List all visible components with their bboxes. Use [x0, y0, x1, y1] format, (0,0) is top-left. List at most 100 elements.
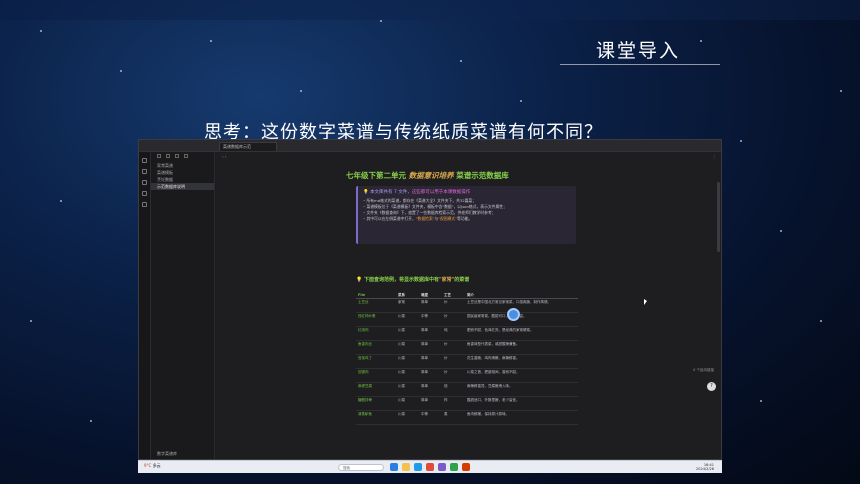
- doc-title-prefix: 七年级下第二单元: [346, 171, 406, 180]
- table-row: 土豆丝 家常 简单 炒 土豆丝是中国北方常见家常菜，口感爽脆，制作简便。: [356, 299, 578, 313]
- table-cell: 简单: [421, 356, 428, 360]
- table-cell: 川菜: [398, 398, 405, 402]
- table-cell: 川菜: [398, 314, 405, 318]
- table-cell-link[interactable]: 红烧肉: [356, 327, 396, 340]
- section-highlight: "家常": [439, 277, 455, 283]
- new-folder-icon[interactable]: [166, 154, 170, 158]
- calendar-icon[interactable]: [142, 202, 147, 207]
- section-prefix: 下面查询范例，将显示数据库中有: [363, 277, 439, 283]
- table-cell: 花生香脆，鸡肉滑嫩，麻辣鲜香。: [467, 356, 520, 360]
- table-header[interactable]: 简介: [465, 292, 578, 298]
- file-explorer-icon[interactable]: [402, 463, 410, 471]
- files-icon[interactable]: [142, 158, 147, 163]
- search-icon[interactable]: [142, 169, 147, 174]
- table-header-row: File 菜系 难度 工艺 简介: [356, 292, 578, 299]
- collapse-icon[interactable]: [184, 154, 188, 158]
- table-cell: 简单: [421, 398, 428, 402]
- nav-arrows-icon[interactable]: ‹ ›: [222, 154, 226, 160]
- section-suffix: 的菜谱: [454, 277, 470, 283]
- tree-item[interactable]: 菜谱模板: [151, 169, 214, 176]
- lightbulb-icon: 💡: [363, 190, 369, 195]
- table-cell: 川菜: [398, 370, 405, 374]
- tree-item-active[interactable]: 示范数据库说明: [151, 183, 214, 190]
- clock-date: 2024/2/26: [696, 467, 714, 471]
- table-cell: 简单: [421, 384, 428, 388]
- app-icon[interactable]: [450, 463, 458, 471]
- more-options-icon[interactable]: ⋮: [712, 154, 716, 160]
- ribbon-rail: [139, 152, 151, 459]
- table-cell: 中等: [421, 412, 428, 416]
- table-cell: 国民级家常菜，酸甜可口，营养丰富。: [467, 314, 527, 318]
- app-icon[interactable]: [426, 463, 434, 471]
- table-cell: 川菜: [398, 412, 405, 416]
- table-header[interactable]: File: [356, 292, 396, 298]
- vault-name[interactable]: 数字菜谱库: [151, 451, 215, 457]
- table-header[interactable]: 菜系: [396, 292, 419, 298]
- table-header[interactable]: 工艺: [442, 292, 465, 298]
- table-cell-link[interactable]: 鱼香肉丝: [356, 341, 396, 354]
- table-row: 西红柿炒蛋 川菜 中等 炒 国民级家常菜，酸甜可口，营养丰富。: [356, 313, 578, 327]
- callout-title-text: 本文库共有 7 文件，: [370, 190, 412, 195]
- table-cell-link[interactable]: 清蒸鲈鱼: [356, 411, 396, 424]
- table-cell: 川菜: [398, 328, 405, 332]
- table-cell-link[interactable]: 土豆丝: [356, 299, 396, 312]
- new-note-icon[interactable]: [157, 154, 161, 158]
- help-button[interactable]: ?: [707, 382, 716, 391]
- taskbar-search[interactable]: 搜索: [338, 464, 384, 471]
- doc-title-suffix: 菜谱示范数据库: [456, 171, 509, 180]
- table-cell: 肥而不腻，色泽红亮，是经典的家常硬菜。: [467, 328, 534, 332]
- explorer-toolbar: [151, 152, 214, 162]
- windows-start-icon[interactable]: [390, 463, 398, 471]
- table-cell-link[interactable]: 西红柿炒蛋: [356, 313, 396, 326]
- table-cell: 炸: [444, 398, 448, 402]
- weather-text: 多云: [152, 463, 161, 468]
- table-header[interactable]: 难度: [419, 292, 442, 298]
- tree-item[interactable]: 家常菜谱: [151, 162, 214, 169]
- table-cell-link[interactable]: 回锅肉: [356, 369, 396, 382]
- callout-item: 其中可以在左侧菜谱中打开，"数据检索"与"视图模式"等功能。: [363, 216, 571, 222]
- table-cell: 简单: [421, 300, 428, 304]
- table-cell: 家常: [398, 300, 405, 304]
- lightbulb-icon: 💡: [356, 277, 363, 283]
- slide-title: 课堂导入: [596, 40, 681, 62]
- table-row: 鱼香肉丝 川菜 简单 炒 鱼香味型代表菜，咸甜酸辣兼备。: [356, 341, 578, 355]
- table-cell-link[interactable]: 糖醋排骨: [356, 397, 396, 410]
- browser-icon[interactable]: [414, 463, 422, 471]
- title-underline: [560, 64, 720, 65]
- weather-widget[interactable]: 9°C 多云: [144, 463, 161, 469]
- pointer-highlight: [507, 308, 520, 321]
- info-callout: 💡 本文库共有 7 文件，这些都可以用于本课数据操作 所有md格式的菜谱，都存在…: [356, 186, 576, 244]
- table-row: 回锅肉 川菜 简单 炒 川菜之首，肥瘦相间，香而不腻。: [356, 369, 578, 383]
- table-cell-link[interactable]: 宫保鸡丁: [356, 355, 396, 368]
- table-row: 麻婆豆腐 川菜 简单 烧 麻辣鲜香烫，豆腐嫩滑入味。: [356, 383, 578, 397]
- query-table: File 菜系 难度 工艺 简介 土豆丝 家常 简单炒土豆丝是中国北方常见家常菜，口…: [356, 292, 578, 425]
- table-cell: 蒸: [444, 412, 448, 416]
- slide-top-band: [0, 0, 860, 20]
- table-cell: 炒: [444, 314, 448, 318]
- table-cell: 简单: [421, 328, 428, 332]
- callout-title: 💡 本文库共有 7 文件，这些都可以用于本课数据操作: [363, 189, 571, 195]
- graph-icon[interactable]: [142, 191, 147, 196]
- doc-header: ‹ › ⋮: [216, 152, 721, 162]
- tab-document[interactable]: 菜谱数据库示范: [219, 142, 277, 151]
- table-cell: 川菜: [398, 356, 405, 360]
- table-cell: 炒: [444, 356, 448, 360]
- bookmark-icon[interactable]: [142, 180, 147, 185]
- app-icon[interactable]: [462, 463, 470, 471]
- app-icon[interactable]: [438, 463, 446, 471]
- table-row: 糖醋排骨 川菜 简单 炸 酸甜适口，外酥里嫩，老少皆宜。: [356, 397, 578, 411]
- system-tray[interactable]: 16:41 2024/2/26: [696, 463, 714, 471]
- callout-highlight: "数据检索": [415, 216, 435, 221]
- scrollbar[interactable]: [717, 182, 720, 252]
- table-cell-link[interactable]: 麻婆豆腐: [356, 383, 396, 396]
- sort-icon[interactable]: [175, 154, 179, 158]
- doc-title: 七年级下第二单元 数据意识培养 菜谱示范数据库: [346, 170, 509, 181]
- table-cell: 鱼肉鲜嫩，保持原汁原味。: [467, 412, 509, 416]
- table-cell: 川菜: [398, 342, 405, 346]
- document-pane: ‹ › ⋮ 七年级下第二单元 数据意识培养 菜谱示范数据库 💡 本文库共有 7 …: [216, 152, 721, 459]
- callout-tail: 等功能。: [456, 216, 473, 221]
- table-cell: 炖: [444, 328, 448, 332]
- tree-item[interactable]: 烹饪数据: [151, 176, 214, 183]
- backlinks-status[interactable]: 0 个反向链接: [693, 368, 714, 373]
- taskbar: 9°C 多云 搜索 16:41 2024/2/26: [138, 460, 722, 473]
